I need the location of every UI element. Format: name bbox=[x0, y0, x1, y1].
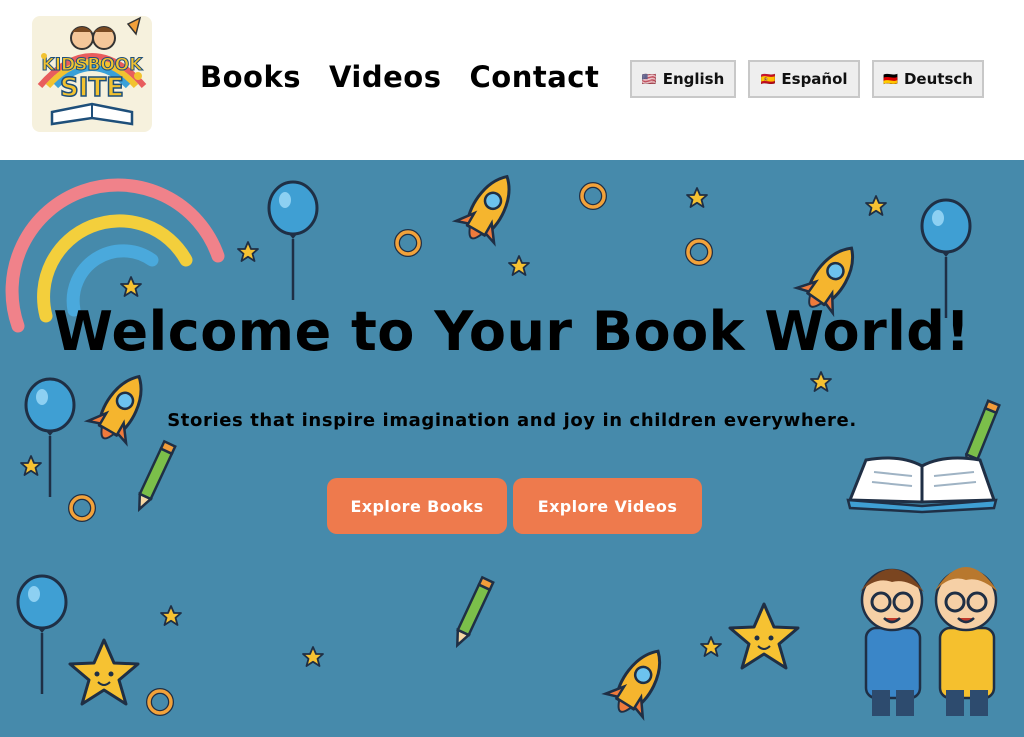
hero-subtitle: Stories that inspire imagination and joy… bbox=[167, 410, 857, 431]
logo-text-bottom: SITE bbox=[60, 73, 124, 103]
rocket-icon bbox=[82, 364, 160, 451]
star-icon bbox=[865, 195, 887, 216]
ring-icon bbox=[688, 241, 710, 263]
lang-english-label: English bbox=[662, 70, 725, 88]
main-nav: Books Videos Contact bbox=[200, 60, 599, 94]
ring-icon bbox=[582, 185, 604, 207]
logo-text-top: KIDSBOOK bbox=[42, 55, 144, 75]
us-flag-icon: 🇺🇸 bbox=[641, 72, 657, 86]
balloon-icon bbox=[24, 377, 76, 499]
explore-videos-button[interactable]: Explore Videos bbox=[513, 478, 702, 534]
lang-spanish-button[interactable]: 🇪🇸 Español bbox=[748, 60, 860, 98]
lang-spanish-label: Español bbox=[781, 70, 848, 88]
nav-books-link[interactable]: Books bbox=[200, 60, 301, 94]
es-flag-icon: 🇪🇸 bbox=[760, 72, 776, 86]
site-header: KIDSBOOK SITE Books Videos Contact 🇺🇸 En… bbox=[0, 0, 1024, 160]
kids-characters-illustration bbox=[860, 567, 998, 716]
star-icon bbox=[700, 636, 722, 657]
smiling-star-icon bbox=[68, 638, 140, 706]
nav-videos-link[interactable]: Videos bbox=[329, 60, 442, 94]
balloon-icon bbox=[267, 180, 319, 302]
rocket-icon bbox=[450, 164, 528, 251]
language-switcher: 🇺🇸 English 🇪🇸 Español 🇩🇪 Deutsch bbox=[630, 60, 984, 98]
hero-decorations bbox=[5, 164, 1001, 725]
ring-icon bbox=[397, 232, 419, 254]
nav-contact-link[interactable]: Contact bbox=[470, 60, 600, 94]
pencil-icon bbox=[132, 440, 177, 513]
hero-title: Welcome to Your Book World! bbox=[53, 300, 971, 363]
lang-german-label: Deutsch bbox=[903, 70, 973, 88]
star-icon bbox=[20, 455, 42, 476]
logo-icon: KIDSBOOK SITE bbox=[32, 16, 152, 132]
lang-german-button[interactable]: 🇩🇪 Deutsch bbox=[872, 60, 984, 98]
pencil-icon bbox=[450, 576, 495, 649]
star-icon bbox=[508, 255, 530, 276]
star-icon bbox=[120, 276, 142, 297]
hero-section: Welcome to Your Book World! Stories that… bbox=[0, 160, 1024, 737]
ring-icon bbox=[149, 691, 171, 713]
star-icon bbox=[686, 187, 708, 208]
rocket-icon bbox=[600, 638, 679, 725]
smiling-star-icon bbox=[728, 602, 800, 670]
star-icon bbox=[810, 371, 832, 392]
ring-icon bbox=[71, 497, 93, 519]
star-icon bbox=[237, 241, 259, 262]
lang-english-button[interactable]: 🇺🇸 English bbox=[630, 60, 736, 98]
star-icon bbox=[160, 605, 182, 626]
open-book-icon bbox=[846, 456, 998, 514]
balloon-icon bbox=[16, 574, 68, 696]
explore-books-button[interactable]: Explore Books bbox=[327, 478, 507, 534]
de-flag-icon: 🇩🇪 bbox=[883, 72, 898, 86]
site-logo[interactable]: KIDSBOOK SITE bbox=[32, 16, 152, 132]
star-icon bbox=[302, 646, 324, 667]
